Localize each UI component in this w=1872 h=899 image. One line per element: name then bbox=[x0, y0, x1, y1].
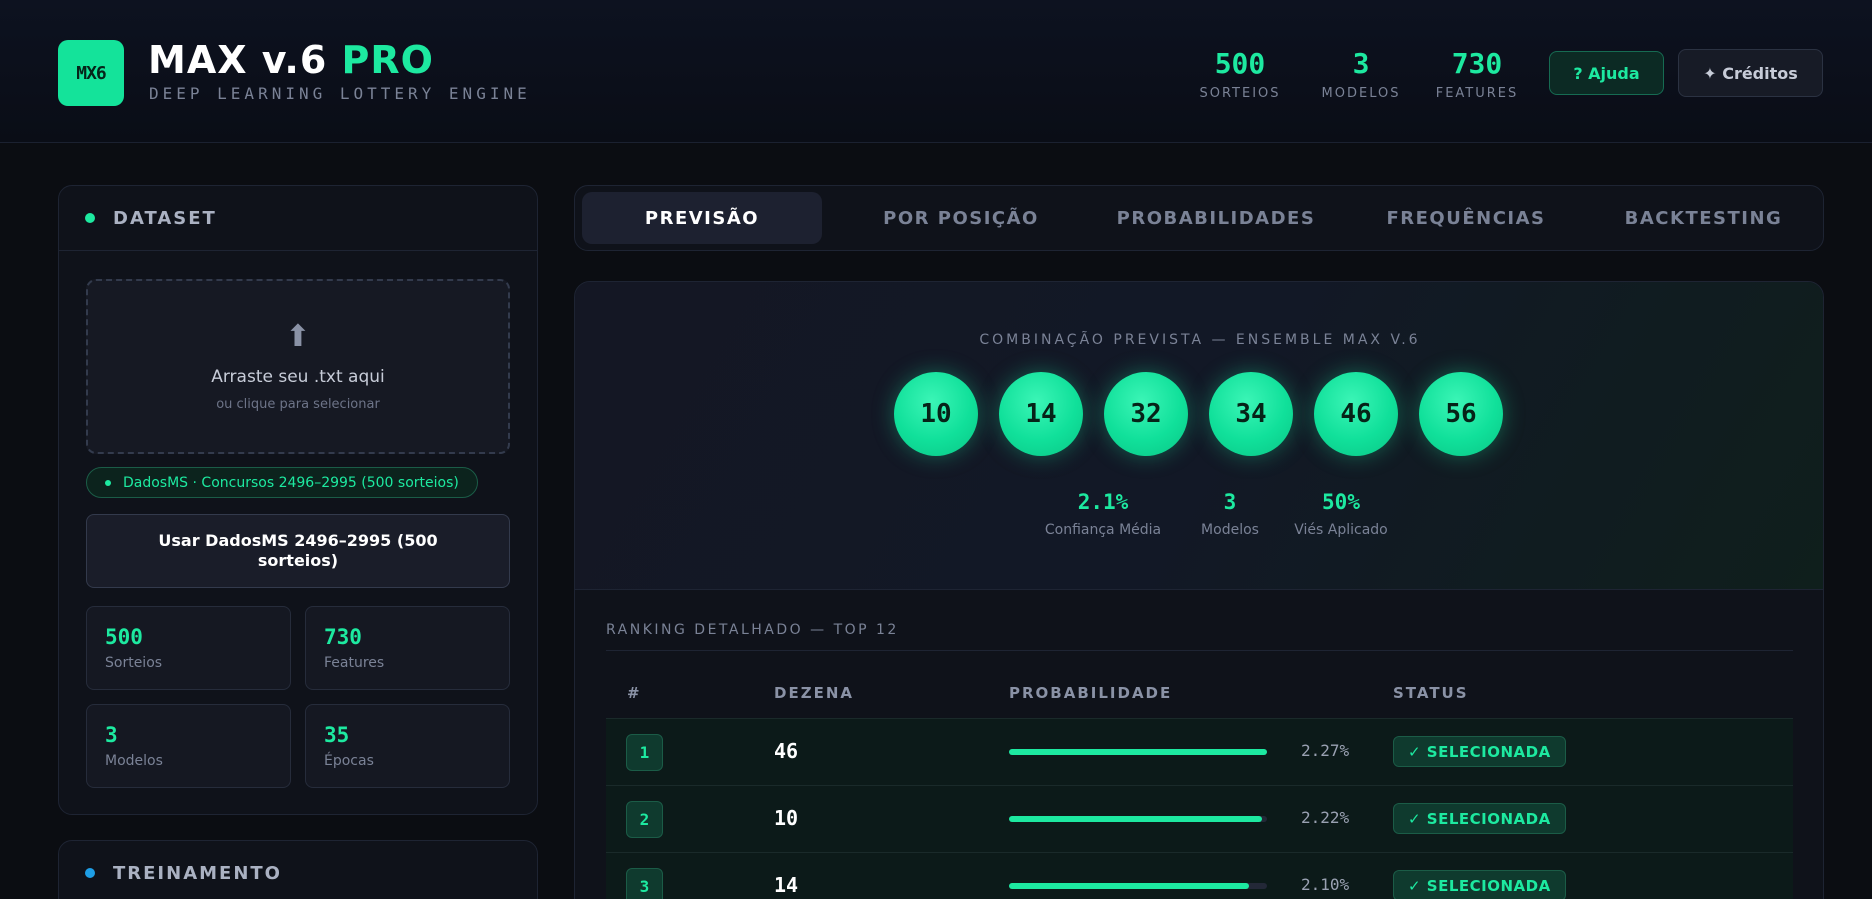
header-stat-label: FEATURES bbox=[1435, 86, 1519, 101]
prediction-stat-label: Viés Aplicado bbox=[1294, 522, 1388, 538]
table-row[interactable]: 1 46 2.27% ✓ SELECIONADA bbox=[606, 718, 1793, 785]
file-dropzone[interactable]: ⬆ Arraste seu .txt aqui ou clique para s… bbox=[86, 279, 510, 454]
prediction-hero: COMBINAÇÃO PREVISTA — ENSEMBLE MAX V.6 1… bbox=[575, 282, 1823, 590]
probability-bar bbox=[1009, 749, 1267, 755]
probability-bar bbox=[1009, 816, 1267, 822]
header-stat-features: 730 FEATURES bbox=[1432, 47, 1522, 102]
header-stat-value: 730 bbox=[1451, 47, 1503, 80]
status-dot-icon bbox=[85, 868, 95, 878]
help-button[interactable]: ? Ajuda bbox=[1549, 51, 1664, 95]
dezena-value: 14 bbox=[774, 873, 799, 897]
app-title-accent: PRO bbox=[341, 38, 434, 82]
predicted-number-ball: 46 bbox=[1314, 372, 1398, 456]
status-dot-icon bbox=[85, 213, 95, 223]
rank-badge: 3 bbox=[626, 868, 663, 899]
dataset-stat-sorteios: 500 Sorteios bbox=[86, 606, 291, 690]
probability-value: 2.10% bbox=[1301, 875, 1350, 894]
header-stat-sorteios: 500 SORTEIOS bbox=[1196, 47, 1284, 102]
dataset-stat-value: 730 bbox=[324, 625, 362, 649]
dataset-stat-label: Modelos bbox=[105, 753, 163, 769]
dataset-stat-value: 500 bbox=[105, 625, 143, 649]
header-stat-value: 3 bbox=[1352, 47, 1370, 80]
dataset-stat-label: Épocas bbox=[324, 753, 374, 769]
dataset-stat-modelos: 3 Modelos bbox=[86, 704, 291, 788]
probability-bar-fill bbox=[1009, 883, 1249, 889]
tab-frequencias[interactable]: FREQUÊNCIAS bbox=[1346, 192, 1586, 244]
ranking-title: RANKING DETALHADO — TOP 12 bbox=[606, 622, 899, 638]
header-stat-value: 500 bbox=[1214, 47, 1266, 80]
header-stat-label: MODELOS bbox=[1321, 86, 1401, 101]
training-panel-title: TREINAMENTO bbox=[113, 862, 282, 884]
dataset-panel: DATASET ⬆ Arraste seu .txt aqui ou cliqu… bbox=[58, 185, 538, 815]
prediction-stat-value: 2.1% bbox=[1077, 490, 1129, 514]
prediction-stat-confidence: 2.1% Confiança Média bbox=[1033, 490, 1173, 538]
loaded-dataset-badge: DadosMS · Concursos 2496–2995 (500 sorte… bbox=[86, 467, 478, 498]
predicted-number-ball: 34 bbox=[1209, 372, 1293, 456]
prediction-stat-value: 3 bbox=[1223, 490, 1237, 514]
dataset-stat-value: 3 bbox=[105, 723, 118, 747]
probability-value: 2.27% bbox=[1301, 741, 1350, 760]
tab-bar: PREVISÃO POR POSIÇÃO PROBABILIDADES FREQ… bbox=[574, 185, 1824, 251]
dezena-value: 10 bbox=[774, 806, 799, 830]
prediction-stat-bias: 50% Viés Aplicado bbox=[1281, 490, 1401, 538]
tab-backtesting[interactable]: BACKTESTING bbox=[1586, 192, 1821, 244]
dataset-stat-epocas: 35 Épocas bbox=[305, 704, 510, 788]
probability-value: 2.22% bbox=[1301, 808, 1350, 827]
tab-por-posicao[interactable]: POR POSIÇÃO bbox=[836, 192, 1086, 244]
status-badge: ✓ SELECIONADA bbox=[1393, 870, 1566, 899]
predicted-number-ball: 14 bbox=[999, 372, 1083, 456]
upload-arrow-icon: ⬆ bbox=[285, 319, 311, 354]
column-header-status: STATUS bbox=[1393, 684, 1469, 702]
predicted-number-ball: 56 bbox=[1419, 372, 1503, 456]
dataset-stat-label: Sorteios bbox=[105, 655, 163, 671]
ranking-divider bbox=[606, 650, 1793, 651]
column-header-rank: # bbox=[627, 684, 642, 702]
credits-button[interactable]: ✦ Créditos bbox=[1678, 49, 1823, 97]
probability-bar-fill bbox=[1009, 816, 1262, 822]
status-badge: ✓ SELECIONADA bbox=[1393, 803, 1566, 834]
training-panel-header[interactable]: TREINAMENTO bbox=[59, 841, 537, 899]
dezena-value: 46 bbox=[774, 739, 799, 763]
app-title: MAX v.6 PRO bbox=[148, 36, 434, 84]
dropzone-subtitle: ou clique para selecionar bbox=[216, 397, 380, 412]
column-header-probabilidade: PROBABILIDADE bbox=[1009, 684, 1173, 702]
column-header-dezena: DEZENA bbox=[774, 684, 854, 702]
predicted-number-ball: 10 bbox=[894, 372, 978, 456]
dataset-panel-header: DATASET bbox=[59, 186, 537, 251]
prediction-stat-value: 50% bbox=[1322, 490, 1360, 514]
use-dataset-button[interactable]: Usar DadosMS 2496–2995 (500 sorteios) bbox=[86, 514, 510, 588]
dataset-stat-value: 35 bbox=[324, 723, 350, 747]
dataset-stat-features: 730 Features bbox=[305, 606, 510, 690]
header-stat-label: SORTEIOS bbox=[1199, 86, 1281, 101]
training-panel: TREINAMENTO bbox=[58, 840, 538, 899]
tab-previsao[interactable]: PREVISÃO bbox=[582, 192, 822, 244]
loaded-dataset-label: DadosMS · Concursos 2496–2995 (500 sorte… bbox=[123, 474, 459, 491]
predicted-number-ball: 32 bbox=[1104, 372, 1188, 456]
probability-bar bbox=[1009, 883, 1267, 889]
prediction-stat-models: 3 Modelos bbox=[1180, 490, 1280, 538]
header-stat-modelos: 3 MODELOS bbox=[1315, 47, 1407, 102]
rank-badge: 2 bbox=[626, 801, 663, 838]
dataset-stat-label: Features bbox=[324, 655, 385, 671]
prediction-stat-label: Confiança Média bbox=[1044, 522, 1162, 538]
app-subtitle: DEEP LEARNING LOTTERY ENGINE bbox=[149, 84, 531, 103]
status-badge: ✓ SELECIONADA bbox=[1393, 736, 1566, 767]
prediction-panel: COMBINAÇÃO PREVISTA — ENSEMBLE MAX V.6 1… bbox=[574, 281, 1824, 899]
dataset-panel-title: DATASET bbox=[113, 207, 217, 229]
probability-bar-fill bbox=[1009, 749, 1267, 755]
badge-dot-icon bbox=[105, 479, 111, 486]
tab-probabilidades[interactable]: PROBABILIDADES bbox=[1086, 192, 1346, 244]
table-row[interactable]: 2 10 2.22% ✓ SELECIONADA bbox=[606, 785, 1793, 852]
app-header: MX6 MAX v.6 PRO DEEP LEARNING LOTTERY EN… bbox=[0, 0, 1872, 143]
dropzone-title: Arraste seu .txt aqui bbox=[211, 367, 385, 387]
rank-badge: 1 bbox=[626, 734, 663, 771]
app-logo: MX6 bbox=[58, 40, 124, 106]
app-title-main: MAX v.6 bbox=[148, 38, 328, 82]
prediction-caption: COMBINAÇÃO PREVISTA — ENSEMBLE MAX V.6 bbox=[979, 332, 1421, 348]
prediction-stat-label: Modelos bbox=[1201, 522, 1259, 538]
table-row[interactable]: 3 14 2.10% ✓ SELECIONADA bbox=[606, 852, 1793, 899]
